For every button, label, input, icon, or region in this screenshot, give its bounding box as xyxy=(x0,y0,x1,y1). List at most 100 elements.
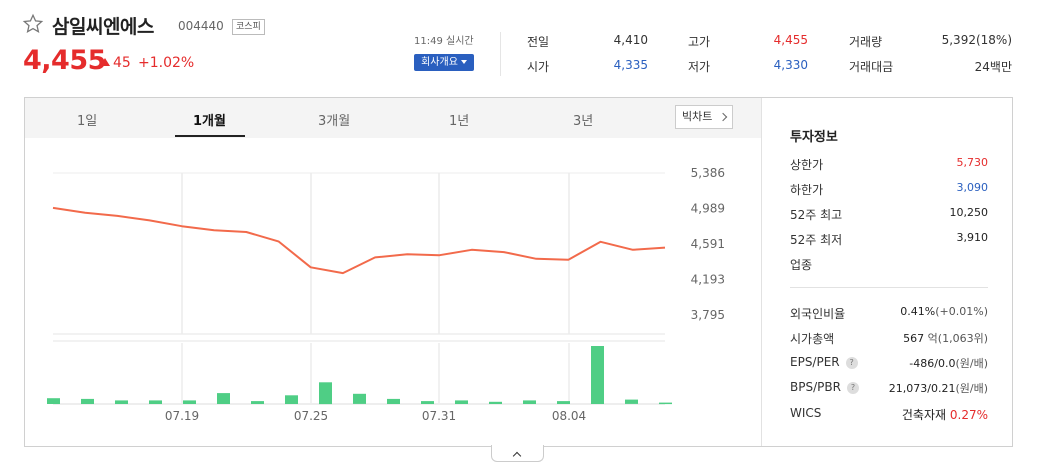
upper-limit-value: 5,730 xyxy=(956,156,989,169)
trade-amount-value: 24백만 xyxy=(974,60,1012,74)
volume-value: 5,392(18%) xyxy=(941,33,1012,47)
x-tick-label: 08.04 xyxy=(552,409,586,423)
favorite-star-icon[interactable] xyxy=(22,13,44,35)
market-badge: 코스피 xyxy=(232,19,265,35)
chevron-up-icon xyxy=(512,451,522,461)
market-cap-number: 567 xyxy=(903,332,925,345)
volume-bar xyxy=(183,400,196,404)
open-value: 4,335 xyxy=(613,58,648,72)
volume-bar xyxy=(523,400,536,404)
volume-bar xyxy=(81,398,94,404)
investment-info-panel: 투자정보 상한가 5,730 하한가 3,090 52주 최고 10,250 5… xyxy=(761,98,1012,446)
up-triangle-icon xyxy=(100,58,110,66)
volume-bar xyxy=(591,346,604,404)
volume-label: 거래량 xyxy=(849,35,883,49)
wics-change: 0.27% xyxy=(949,408,988,422)
open-label: 시가 xyxy=(527,60,550,74)
volume-bar xyxy=(455,400,468,404)
volume-bar xyxy=(421,401,434,404)
volume-bar xyxy=(489,401,502,404)
caret-down-icon xyxy=(460,60,467,64)
foreign-ratio-label: 외국인비율 xyxy=(790,307,846,321)
market-cap-value: 567 억(1,063위) xyxy=(903,330,988,346)
sector-label: 업종 xyxy=(790,258,813,272)
wics-label: WICS xyxy=(790,406,822,420)
prev-close-value: 4,410 xyxy=(613,33,648,47)
tab-1day[interactable]: 1일 xyxy=(77,110,97,129)
tab-3year[interactable]: 3년 xyxy=(573,110,593,129)
collapse-toggle-button[interactable] xyxy=(491,445,544,462)
volume-bar xyxy=(285,395,298,404)
volume-bar xyxy=(353,393,366,404)
info-divider xyxy=(790,287,988,288)
stock-name: 삼일씨엔에스 xyxy=(52,16,154,38)
volume-bar xyxy=(115,400,128,404)
y-tick-label: 4,591 xyxy=(691,237,725,251)
market-cap-rank: 억(1,063위) xyxy=(927,332,988,345)
volume-bar xyxy=(47,398,60,404)
active-tab-indicator xyxy=(175,135,245,137)
upper-limit-label: 상한가 xyxy=(790,158,824,172)
x-tick-label: 07.31 xyxy=(422,409,456,423)
volume-bar xyxy=(251,401,264,404)
help-icon[interactable]: ? xyxy=(845,357,858,369)
price-change-value: 45 xyxy=(113,55,131,71)
volume-bar xyxy=(625,399,638,404)
volume-bar xyxy=(319,382,332,405)
tab-1month[interactable]: 1개월 xyxy=(193,110,226,129)
x-tick-label: 07.19 xyxy=(165,409,199,423)
x-tick-label: 07.25 xyxy=(294,409,328,423)
chevron-right-icon xyxy=(718,112,728,122)
low-52w-label: 52주 최저 xyxy=(790,233,843,247)
company-overview-label: 회사개요 xyxy=(421,57,458,68)
realtime-timestamp: 11:49 실시간 xyxy=(414,36,474,47)
bps-pbr-value: 21,073/0.21(원/배) xyxy=(889,380,988,396)
help-icon[interactable]: ? xyxy=(846,382,859,394)
price-change: 45 xyxy=(100,55,131,71)
chart-panel: 1일 1개월 3개월 1년 3년 빅차트 5,386 4,989 4,591 4,19… xyxy=(24,97,1013,447)
foreign-ratio-change: (+0.01%) xyxy=(935,305,988,318)
tab-3month[interactable]: 3개월 xyxy=(318,110,350,129)
lower-limit-value: 3,090 xyxy=(956,181,989,194)
trade-amount-label: 거래대금 xyxy=(849,60,894,74)
foreign-ratio-value: 0.41%(+0.01%) xyxy=(900,305,988,318)
stock-header: 삼일씨엔에스 004440 코스피 4,455 45 +1.02% 11:49 … xyxy=(0,0,1050,95)
eps-per-value: -486/0.0(원/배) xyxy=(909,355,988,371)
eps-per-text: EPS/PER xyxy=(790,355,840,369)
high-label: 고가 xyxy=(688,35,711,49)
prev-close-label: 전일 xyxy=(527,35,550,49)
low-value: 4,330 xyxy=(773,58,808,72)
wics-sector[interactable]: 건축자재 xyxy=(902,408,946,422)
period-tabs: 1일 1개월 3개월 1년 3년 빅차트 xyxy=(25,98,761,138)
high-52w-value: 10,250 xyxy=(949,206,989,219)
bps-pbr-unit: (원/배) xyxy=(955,382,988,395)
company-overview-button[interactable]: 회사개요 xyxy=(414,54,474,71)
price-change-percent: +1.02% xyxy=(138,55,195,71)
low-label: 저가 xyxy=(688,60,711,74)
bps-pbr-label: BPS/PBR? xyxy=(790,380,859,394)
volume-bar xyxy=(557,401,570,404)
bigchart-label: 빅차트 xyxy=(682,110,713,123)
current-price: 4,455 xyxy=(23,45,106,76)
volume-bar xyxy=(387,398,400,404)
bps-pbr-text: BPS/PBR xyxy=(790,380,841,394)
high-value: 4,455 xyxy=(773,33,808,47)
eps-per-number: -486/0.0 xyxy=(909,357,956,370)
eps-per-unit: (원/배) xyxy=(955,357,988,370)
high-52w-label: 52주 최고 xyxy=(790,208,843,222)
investment-info-title: 투자정보 xyxy=(790,130,838,145)
y-tick-label: 3,795 xyxy=(691,308,725,322)
low-52w-value: 3,910 xyxy=(956,231,989,244)
bigchart-button[interactable]: 빅차트 xyxy=(675,105,733,129)
y-tick-label: 4,193 xyxy=(691,273,725,287)
y-tick-label: 5,386 xyxy=(691,166,725,180)
tab-1year[interactable]: 1년 xyxy=(449,110,469,129)
bps-pbr-number: 21,073/0.21 xyxy=(888,382,956,395)
eps-per-label: EPS/PER? xyxy=(790,355,858,369)
lower-limit-label: 하한가 xyxy=(790,183,824,197)
y-tick-label: 4,989 xyxy=(691,202,725,216)
wics-value: 건축자재 0.27% xyxy=(902,406,988,423)
volume-bar xyxy=(217,393,230,404)
price-chart[interactable]: 5,386 4,989 4,591 4,193 3,795 07.19 07.25 07.31… xyxy=(25,138,761,446)
market-cap-label: 시가총액 xyxy=(790,332,835,346)
